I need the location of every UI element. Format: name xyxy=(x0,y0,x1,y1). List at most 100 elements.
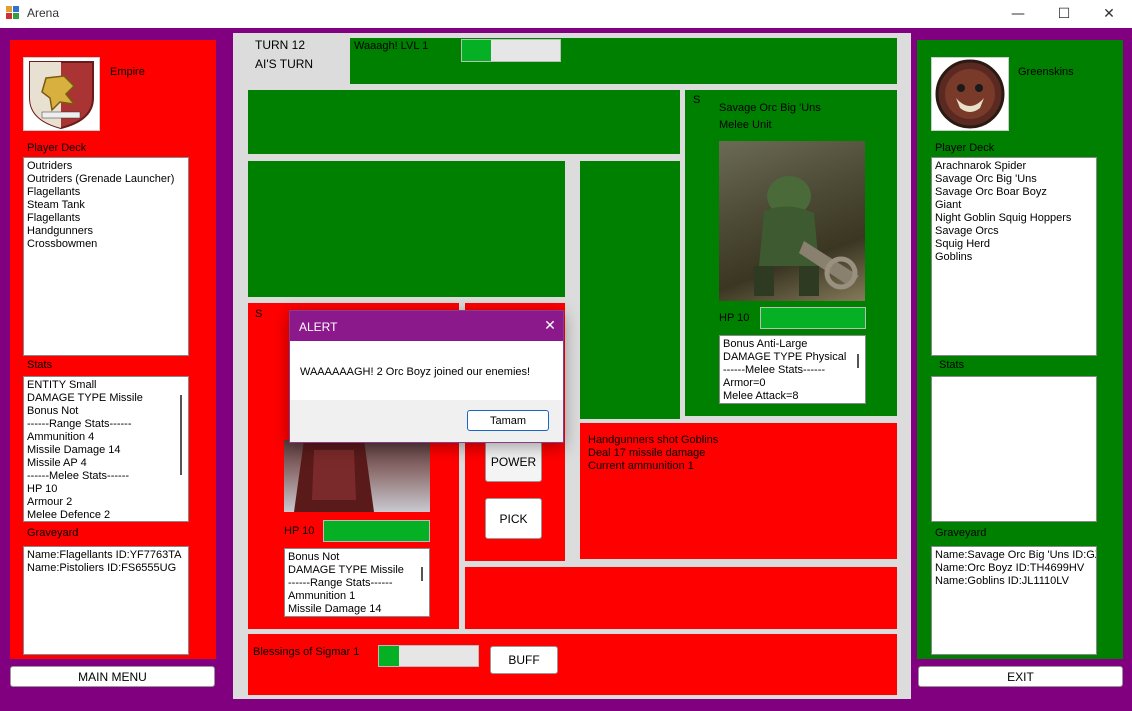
stats-list-item[interactable]: DAMAGE TYPE Missile xyxy=(27,392,185,405)
stats-list-item[interactable]: Bonus Not xyxy=(288,551,426,564)
enemy-unit-image xyxy=(719,141,865,301)
battle-log-line: Handgunners shot Goblins xyxy=(588,434,719,446)
enemy-deck-label: Player Deck xyxy=(935,142,995,154)
deck-list-item[interactable]: Savage Orcs xyxy=(935,225,1093,238)
waaagh-label: Waaagh! LVL 1 xyxy=(354,40,429,52)
pick-button[interactable]: PICK xyxy=(485,498,542,539)
alert-message: WAAAAAAGH! 2 Orc Boyz joined our enemies… xyxy=(300,366,531,378)
stats-list-item[interactable]: Armour 2 xyxy=(27,496,185,509)
waaagh-panel xyxy=(350,38,897,84)
blessings-progress-fill xyxy=(379,646,399,666)
stats-list-item[interactable]: Missile Damage 14 xyxy=(288,603,426,616)
stats-list-item[interactable]: Bonus Not xyxy=(27,405,185,418)
enemy-hp-bar xyxy=(760,307,866,329)
player-unit-image xyxy=(284,440,430,512)
stats-list-item[interactable]: ------Melee Stats------ xyxy=(27,470,185,483)
alert-title: ALERT xyxy=(299,320,338,334)
enemy-unit-type: Melee Unit xyxy=(719,119,772,131)
stats-list-item[interactable]: HP 10 xyxy=(27,483,185,496)
graveyard-list-item[interactable]: Name:Goblins ID:JL1110LV xyxy=(935,575,1093,588)
stats-list-item[interactable]: ------Melee Stats------ xyxy=(723,364,862,377)
blessings-panel xyxy=(248,634,897,695)
deck-list-item[interactable]: Outriders xyxy=(27,160,185,173)
blessings-label: Blessings of Sigmar 1 xyxy=(253,646,360,658)
player-hp-label: HP 10 xyxy=(284,525,315,537)
alert-close-icon[interactable]: ✕ xyxy=(540,316,560,336)
stats-list-item[interactable]: Ammunition 1 xyxy=(288,590,426,603)
enemy-hp-fill xyxy=(761,308,865,328)
stats-list-item[interactable]: ------Range Stats------ xyxy=(27,418,185,431)
buff-button[interactable]: BUFF xyxy=(490,646,558,674)
minimize-button[interactable]: — xyxy=(995,0,1041,28)
power-button[interactable]: POWER xyxy=(485,441,542,482)
stats-list-item[interactable]: DAMAGE TYPE Missile xyxy=(288,564,426,577)
turn-counter: TURN 12 xyxy=(255,38,306,52)
exit-button[interactable]: EXIT xyxy=(918,666,1123,687)
stats-list-item[interactable]: ENTITY Small xyxy=(27,379,185,392)
deck-list-item[interactable]: Steam Tank xyxy=(27,199,185,212)
stats-list-item[interactable]: DAMAGE TYPE Physical xyxy=(723,351,862,364)
turn-owner: AI'S TURN xyxy=(255,57,314,71)
deck-list-item[interactable]: Arachnarok Spider xyxy=(935,160,1093,173)
alert-dialog: ALERT ✕ WAAAAAAGH! 2 Orc Boyz joined our… xyxy=(289,310,564,443)
graveyard-list-item[interactable]: Name:Savage Orc Big 'Uns ID:GZ xyxy=(935,549,1096,562)
stats-list-item[interactable]: Missile AP 4 xyxy=(27,457,185,470)
scrollbar[interactable] xyxy=(180,395,182,475)
stats-list-item[interactable]: Melee Defence 2 xyxy=(27,509,185,521)
stats-list-item[interactable]: Ammunition 4 xyxy=(27,431,185,444)
alert-header: ALERT ✕ xyxy=(290,311,563,341)
player-stats-list[interactable]: ENTITY Small DAMAGE TYPE Missile Bonus Not… xyxy=(23,376,189,522)
enemy-slot-1[interactable] xyxy=(248,90,680,154)
stats-list-item[interactable]: ------Range Stats------ xyxy=(288,577,426,590)
stats-list-item[interactable]: Armor=0 xyxy=(723,377,862,390)
app-icon xyxy=(6,6,20,20)
deck-list-item[interactable]: Giant xyxy=(935,199,1093,212)
enemy-stats-panel-list[interactable] xyxy=(931,376,1097,522)
deck-list-item[interactable]: Crossbowmen xyxy=(27,238,185,251)
enemy-graveyard-label: Graveyard xyxy=(935,527,987,539)
empire-portrait xyxy=(23,57,100,131)
graveyard-list-item[interactable]: Name:Pistoliers ID:FS6555UG xyxy=(27,562,185,575)
scrollbar[interactable] xyxy=(421,567,423,581)
blessings-progress-bar xyxy=(378,645,479,667)
deck-list-item[interactable]: Flagellants xyxy=(27,212,185,225)
player-graveyard-list[interactable]: Name:Flagellants ID:YF7763TA Name:Pistoli… xyxy=(23,546,189,655)
empire-shield-icon xyxy=(29,61,94,130)
player-deck-list[interactable]: Outriders Outriders (Grenade Launcher) Fla… xyxy=(23,157,189,356)
enemy-faction-name: Greenskins xyxy=(1018,66,1074,78)
deck-list-item[interactable]: Handgunners xyxy=(27,225,185,238)
deck-list-item[interactable]: Outriders (Grenade Launcher) xyxy=(27,173,185,186)
main-menu-button[interactable]: MAIN MENU xyxy=(10,666,215,687)
player-card-stats-list[interactable]: Bonus Not DAMAGE TYPE Missile ------Range … xyxy=(284,548,430,617)
scrollbar[interactable] xyxy=(857,354,859,368)
enemy-card-slot: S xyxy=(693,94,701,106)
enemy-stats-list[interactable]: Bonus Anti-Large DAMAGE TYPE Physical ----… xyxy=(719,335,866,404)
window-title: Arena xyxy=(27,6,60,20)
player-hp-fill xyxy=(324,521,429,541)
deck-list-item[interactable]: Savage Orc Big 'Uns xyxy=(935,173,1093,186)
player-card-slot: S xyxy=(255,308,263,320)
battle-log: Handgunners shot Goblins Deal 17 missile … xyxy=(588,434,718,473)
player-stats-label: Stats xyxy=(27,359,53,371)
enemy-deck-list[interactable]: Arachnarok Spider Savage Orc Big 'Uns Sava… xyxy=(931,157,1097,356)
close-window-button[interactable]: ✕ xyxy=(1086,0,1132,28)
deck-list-item[interactable]: Night Goblin Squig Hoppers xyxy=(935,212,1093,225)
deck-list-item[interactable]: Goblins xyxy=(935,251,1093,264)
stats-list-item[interactable]: Missile Damage 14 xyxy=(27,444,185,457)
enemy-slot-3[interactable] xyxy=(580,161,680,419)
graveyard-list-item[interactable]: Name:Orc Boyz ID:TH4699HV xyxy=(935,562,1093,575)
player-hp-bar xyxy=(323,520,430,542)
greenskins-emblem-icon xyxy=(935,59,1005,129)
enemy-graveyard-list[interactable]: Name:Savage Orc Big 'Uns ID:GZ Name:Orc B… xyxy=(931,546,1097,655)
maximize-button[interactable]: ☐ xyxy=(1041,0,1087,28)
enemy-slot-2[interactable] xyxy=(248,161,565,297)
stats-list-item[interactable]: Melee Attack=8 xyxy=(723,390,862,403)
deck-list-item[interactable]: Squig Herd xyxy=(935,238,1093,251)
enemy-stats-label: Stats xyxy=(939,359,965,371)
player-slot-extra[interactable] xyxy=(465,567,897,629)
alert-ok-button[interactable]: Tamam xyxy=(467,410,549,431)
deck-list-item[interactable]: Flagellants xyxy=(27,186,185,199)
graveyard-list-item[interactable]: Name:Flagellants ID:YF7763TA xyxy=(27,549,185,562)
deck-list-item[interactable]: Savage Orc Boar Boyz xyxy=(935,186,1093,199)
stats-list-item[interactable]: Bonus Anti-Large xyxy=(723,338,862,351)
